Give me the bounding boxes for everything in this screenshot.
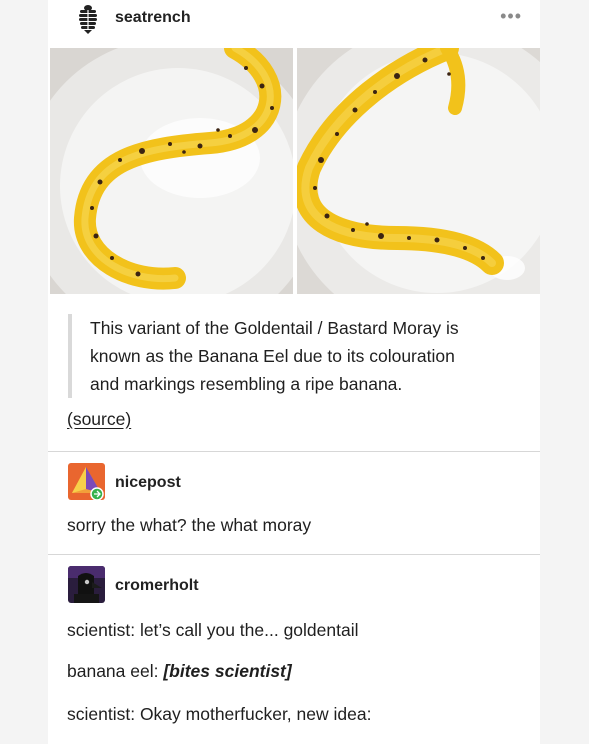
more-options-button[interactable]: •••	[500, 7, 522, 25]
reblog-text-line: banana eel: [bites scientist]	[67, 661, 292, 682]
line-emphasis: [bites scientist]	[163, 661, 292, 681]
nicepost-avatar[interactable]	[68, 463, 105, 500]
post-quote: This variant of the Goldentail / Bastard…	[68, 314, 530, 398]
line-text: scientist: Okay motherfucker, new idea:	[67, 704, 372, 724]
eel-photo-right[interactable]	[297, 48, 540, 294]
reblog-username[interactable]: cromerholt	[115, 577, 199, 595]
reblog-text-line: scientist: let’s call you the... goldent…	[67, 620, 359, 641]
reblog-divider	[48, 554, 540, 555]
line-text: scientist: let’s call you the... goldent…	[67, 620, 359, 640]
tumblr-post: seatrench ••• This variant of the Golden…	[48, 0, 540, 744]
plague-doctor-avatar-icon	[68, 566, 105, 603]
reblog-text-line: scientist: Okay motherfucker, new idea:	[67, 704, 371, 725]
seatrench-avatar[interactable]	[75, 4, 101, 34]
reblog-text: sorry the what? the what moray	[67, 515, 312, 535]
quote-line: known as the Banana Eel due to its colou…	[90, 346, 455, 366]
trilobite-icon	[79, 5, 97, 34]
pyramid-avatar-icon	[68, 463, 105, 500]
reblog-username[interactable]: nicepost	[115, 474, 181, 492]
post-author-name[interactable]: seatrench	[115, 9, 191, 27]
post-header: seatrench •••	[48, 0, 540, 40]
page-margin-right	[540, 0, 589, 744]
banana-eel-image-1	[50, 48, 293, 294]
line-text: banana eel:	[67, 661, 164, 681]
page-margin-left	[0, 0, 48, 744]
quote-line: This variant of the Goldentail / Bastard…	[90, 318, 459, 338]
eel-photo-left[interactable]	[50, 48, 293, 294]
banana-eel-image-2	[297, 48, 540, 294]
source-link[interactable]: (source)	[67, 409, 131, 430]
reblog-divider	[48, 451, 540, 452]
quote-line: and markings resembling a ripe banana.	[90, 374, 403, 394]
cromerholt-avatar[interactable]	[68, 566, 105, 603]
